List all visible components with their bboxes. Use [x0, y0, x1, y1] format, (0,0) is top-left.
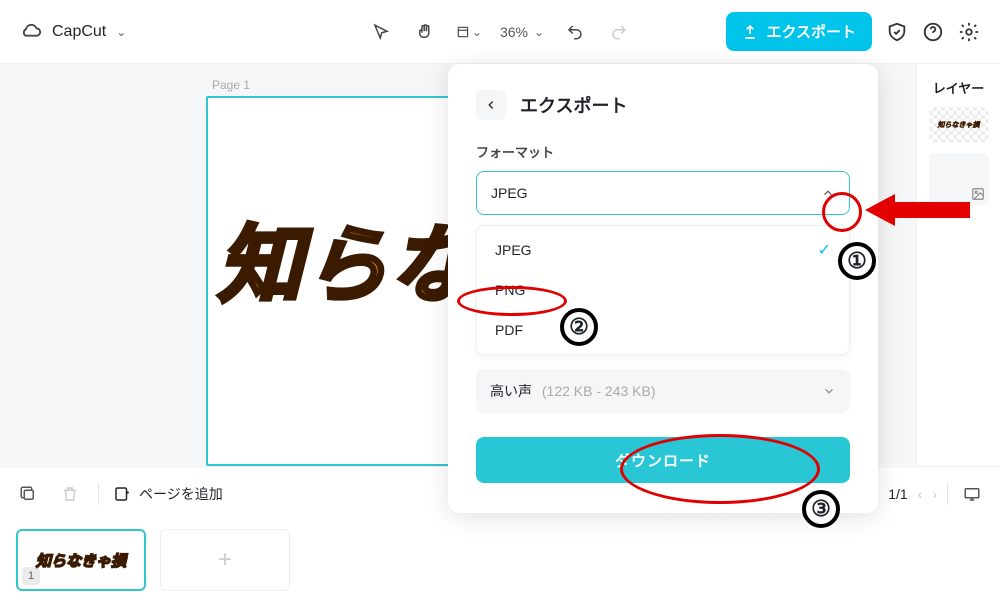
shield-icon[interactable]: [886, 21, 908, 43]
thumbnail-strip: 知らなきゃ損 1 +: [0, 520, 1000, 600]
prev-page-button[interactable]: ‹: [918, 486, 923, 502]
frame-tool[interactable]: ⌄: [456, 19, 482, 45]
add-page-thumb[interactable]: +: [160, 529, 290, 591]
present-button[interactable]: [958, 480, 986, 508]
back-button[interactable]: [476, 90, 506, 120]
export-button-label: エクスポート: [766, 21, 856, 42]
export-panel: エクスポート フォーマット JPEG JPEG ✓ PNG PDF 高い声 (1…: [448, 64, 878, 513]
format-label: フォーマット: [476, 142, 850, 161]
chevron-left-icon: [484, 98, 498, 112]
format-select[interactable]: JPEG: [476, 171, 850, 215]
pointer-tool[interactable]: [368, 19, 394, 45]
layers-sidebar: レイヤー 知らなきゃ損: [916, 64, 1000, 465]
page-indicator: 1/1: [888, 486, 907, 502]
upload-icon: [742, 24, 758, 40]
layer-empty[interactable]: [929, 153, 989, 205]
canvas-text[interactable]: 知らな: [218, 198, 476, 319]
page-plus-icon: [113, 485, 131, 503]
chevron-down-icon: ⌄: [116, 25, 126, 39]
delete-page-button[interactable]: [56, 480, 84, 508]
zoom-selector[interactable]: 36% ⌄: [500, 24, 544, 40]
chevron-down-icon: ⌄: [534, 25, 544, 39]
gear-icon[interactable]: [958, 21, 980, 43]
thumbnail-text: 知らなきゃ損: [36, 550, 126, 571]
toolbar-center: ⌄ 36% ⌄: [368, 19, 632, 45]
redo-button[interactable]: [606, 19, 632, 45]
brand-menu[interactable]: CapCut ⌄: [20, 21, 126, 43]
image-icon: [971, 187, 985, 201]
brand-label: CapCut: [52, 23, 106, 41]
divider: [98, 483, 99, 505]
topbar: CapCut ⌄ ⌄ 36% ⌄ エクスポート: [0, 0, 1000, 64]
page-label: Page 1: [212, 78, 250, 92]
hand-tool[interactable]: [412, 19, 438, 45]
pager: 1/1 ‹ ›: [888, 480, 986, 508]
cloud-icon: [20, 21, 42, 43]
check-icon: ✓: [818, 240, 831, 260]
zoom-value: 36%: [500, 24, 528, 40]
quality-value: 高い声: [490, 383, 532, 399]
thumbnail-number: 1: [22, 567, 40, 585]
format-option-png[interactable]: PNG: [477, 270, 849, 310]
add-page-button[interactable]: ページを追加: [113, 484, 223, 504]
layers-title: レイヤー: [927, 78, 990, 97]
chevron-down-icon: [822, 384, 836, 398]
download-label: ダウンロード: [615, 450, 711, 471]
duplicate-page-button[interactable]: [14, 480, 42, 508]
next-page-button[interactable]: ›: [932, 486, 937, 502]
format-selected-value: JPEG: [491, 185, 528, 201]
divider: [947, 483, 948, 505]
download-button[interactable]: ダウンロード: [476, 437, 850, 483]
layer-thumb-1[interactable]: 知らなきゃ損: [929, 107, 989, 143]
page-thumbnail-1[interactable]: 知らなきゃ損 1: [16, 529, 146, 591]
format-option-pdf[interactable]: PDF: [477, 310, 849, 350]
chevron-up-icon: [821, 186, 835, 200]
export-button[interactable]: エクスポート: [726, 12, 872, 51]
format-option-jpeg[interactable]: JPEG ✓: [477, 230, 849, 270]
quality-select[interactable]: 高い声 (122 KB - 243 KB): [476, 369, 850, 413]
topbar-right: エクスポート: [726, 12, 980, 51]
add-page-label: ページを追加: [139, 484, 223, 504]
format-dropdown: JPEG ✓ PNG PDF: [476, 225, 850, 355]
help-icon[interactable]: [922, 21, 944, 43]
quality-size: (122 KB - 243 KB): [542, 383, 656, 399]
undo-button[interactable]: [562, 19, 588, 45]
panel-title: エクスポート: [520, 92, 627, 118]
